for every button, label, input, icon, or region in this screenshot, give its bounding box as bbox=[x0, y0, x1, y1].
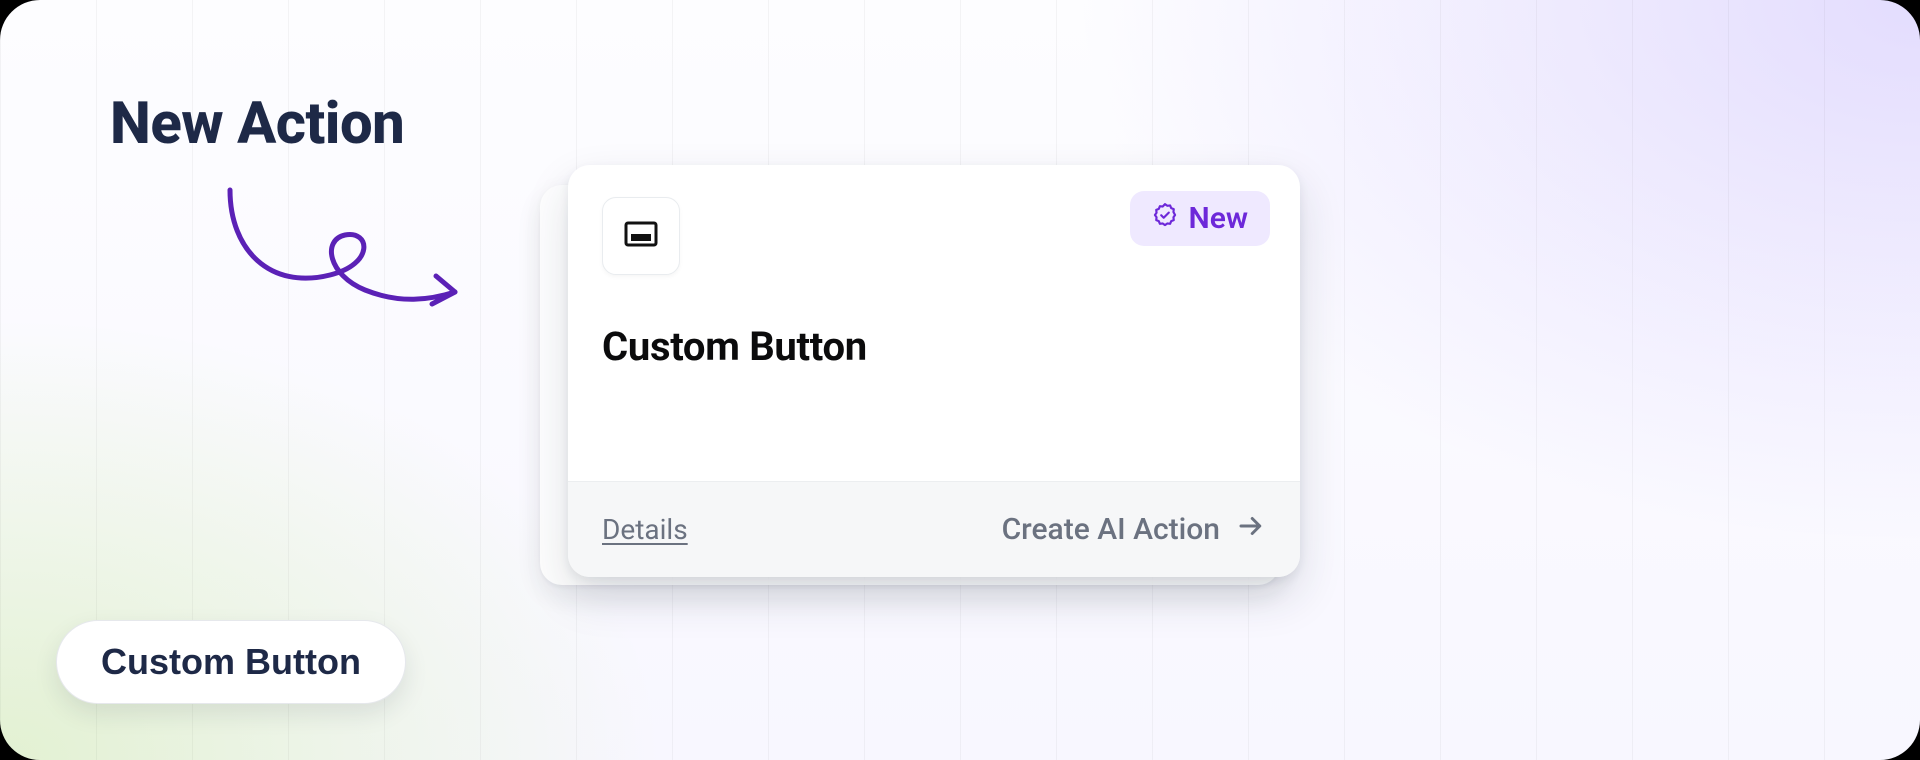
button-icon-tile bbox=[602, 197, 680, 275]
curved-arrow-icon bbox=[210, 180, 470, 360]
card-footer: Details Create AI Action bbox=[568, 481, 1300, 577]
create-ai-action-button[interactable]: Create AI Action bbox=[1002, 511, 1266, 549]
button-icon bbox=[621, 214, 661, 258]
new-badge: New bbox=[1130, 191, 1270, 246]
custom-button-pill[interactable]: Custom Button bbox=[56, 620, 406, 704]
card-stack: New Custom Button Details Create AI Acti… bbox=[540, 165, 1300, 595]
details-link[interactable]: Details bbox=[602, 513, 688, 546]
card-top: New Custom Button bbox=[568, 165, 1300, 481]
verified-icon bbox=[1152, 201, 1178, 236]
create-ai-action-label: Create AI Action bbox=[1002, 512, 1220, 547]
page-title: New Action bbox=[110, 90, 404, 158]
canvas: New Action bbox=[0, 0, 1920, 760]
action-card: New Custom Button Details Create AI Acti… bbox=[568, 165, 1300, 577]
new-badge-label: New bbox=[1188, 201, 1248, 236]
arrow-right-icon bbox=[1236, 511, 1266, 549]
card-title: Custom Button bbox=[602, 323, 1266, 370]
